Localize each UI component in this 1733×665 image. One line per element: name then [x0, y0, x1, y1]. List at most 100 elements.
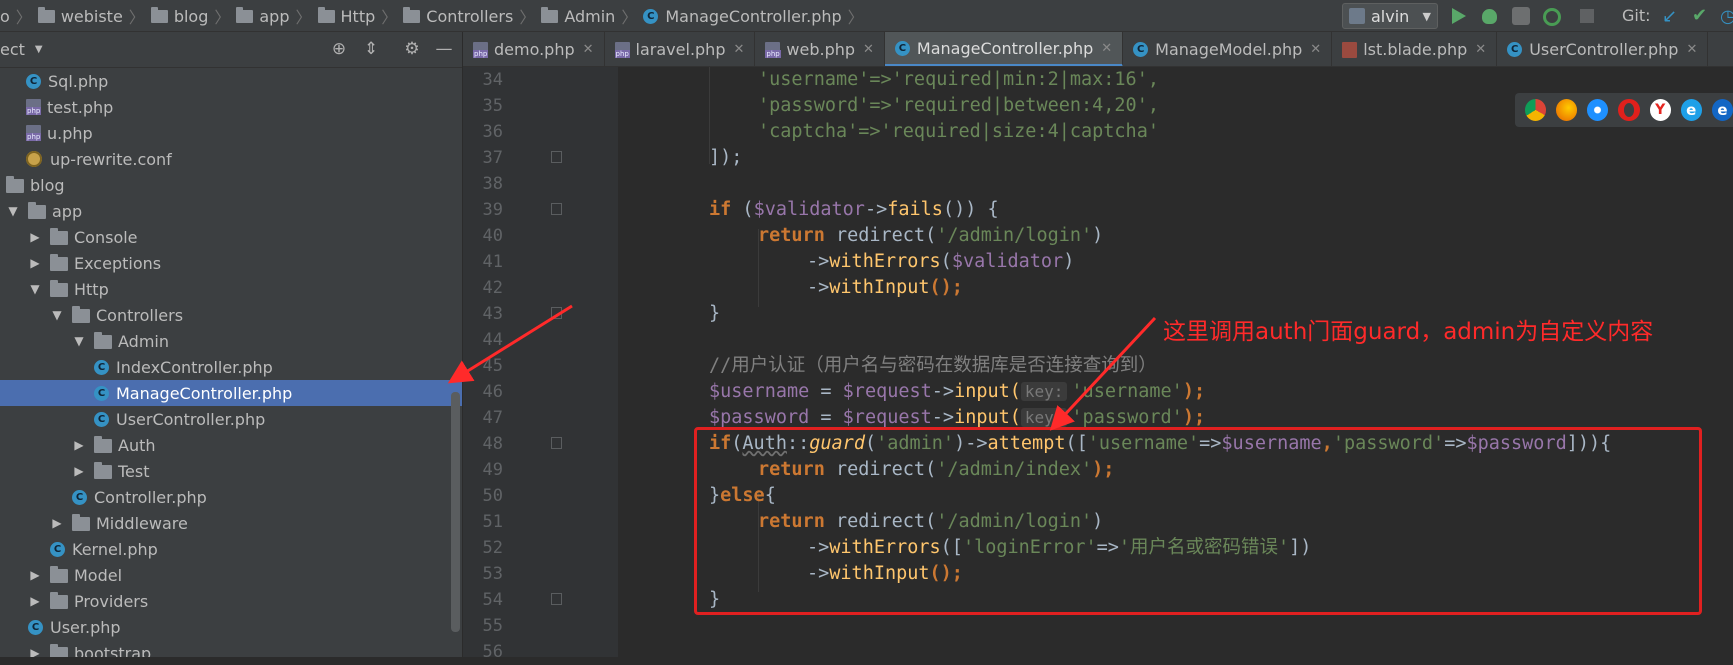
sidebar-scrollbar[interactable] [451, 392, 460, 632]
ie-icon[interactable]: e [1680, 99, 1702, 121]
tree-item-blog[interactable]: blog [0, 172, 462, 198]
code-line-35[interactable]: 'password'=>'required|between:4,20', [758, 93, 1159, 119]
tree-item-providers[interactable]: ▶ Providers [0, 588, 462, 614]
tree-item-test-php[interactable]: test.php [0, 94, 462, 120]
breadcrumb-item-webiste[interactable]: webiste 〉 [37, 4, 151, 28]
debug-icon[interactable] [1482, 9, 1497, 24]
code-line-45[interactable]: //用户认证（用户名与密码在数据库是否连接查询到） [709, 353, 1157, 379]
close-icon[interactable]: ✕ [733, 42, 744, 57]
fold-marker-icon[interactable] [551, 151, 562, 163]
breadcrumb-item-blog[interactable]: blog 〉 [150, 4, 237, 28]
chevron-right-icon[interactable]: ▶ [50, 516, 64, 530]
tree-item-sql-php[interactable]: C Sql.php [0, 68, 462, 94]
chevron-down-icon[interactable]: ▼ [50, 308, 64, 322]
yandex-icon[interactable]: Y [1649, 99, 1671, 121]
chrome-icon[interactable] [1525, 99, 1547, 121]
code-line-36[interactable]: 'captcha'=>'required|size:4|captcha' [758, 119, 1159, 145]
hide-icon[interactable]: — [435, 40, 453, 58]
coverage-icon[interactable] [1512, 7, 1530, 25]
breadcrumb-lead[interactable]: o 〉 [0, 4, 38, 28]
collapse-all-icon[interactable]: ⇕ [362, 40, 380, 58]
close-icon[interactable]: ✕ [583, 42, 594, 57]
tab-lst-blade-php[interactable]: lst.blade.php ✕ [1332, 32, 1498, 66]
tree-item-bootstrap[interactable]: ▶ bootstrap [0, 640, 462, 657]
close-icon[interactable]: ✕ [1101, 41, 1112, 56]
tab-managecontroller-php[interactable]: C ManageController.php ✕ [884, 32, 1124, 66]
tree-item-http[interactable]: ▼ Http [0, 276, 462, 302]
tree-item-admin[interactable]: ▼ Admin [0, 328, 462, 354]
tab-demo-php[interactable]: demo.php ✕ [463, 32, 605, 66]
chevron-down-icon: ▼ [1422, 9, 1431, 23]
chevron-down-icon[interactable]: ▼ [72, 334, 86, 348]
chevron-right-icon[interactable]: ▶ [28, 594, 42, 608]
locate-icon[interactable]: ⊕ [330, 40, 348, 58]
chevron-down-icon[interactable]: ▼ [35, 44, 43, 55]
tree-item-middleware[interactable]: ▶ Middleware [0, 510, 462, 536]
tree-item-model[interactable]: ▶ Model [0, 562, 462, 588]
tree-item-indexcontroller-php[interactable]: C IndexController.php [0, 354, 462, 380]
code-line-40[interactable]: return redirect('/admin/login') [758, 223, 1103, 249]
fold-marker-icon[interactable] [551, 437, 562, 449]
chevron-down-icon[interactable]: ▼ [28, 282, 42, 296]
tree-item-u-php[interactable]: u.php [0, 120, 462, 146]
tab-usercontroller-php[interactable]: C UserController.php ✕ [1497, 32, 1709, 66]
code-line-41[interactable]: ->withErrors($validator) [807, 249, 1074, 275]
run-icon[interactable] [1452, 8, 1466, 24]
fold-marker-icon[interactable] [551, 307, 562, 319]
code-line-46[interactable]: $username = $request->input(key:'usernam… [709, 379, 1205, 405]
variable: $request [842, 381, 932, 402]
tree-item-app[interactable]: ▼ app [0, 198, 462, 224]
close-icon[interactable]: ✕ [1310, 42, 1321, 57]
tree-item-exceptions[interactable]: ▶ Exceptions [0, 250, 462, 276]
safari-icon[interactable] [1587, 99, 1609, 121]
git-history-icon[interactable]: ◷ [1720, 6, 1733, 27]
tree-item-test[interactable]: ▶ Test [0, 458, 462, 484]
chevron-right-icon[interactable]: ▶ [28, 568, 42, 582]
tab-laravel-php[interactable]: laravel.php ✕ [605, 32, 756, 66]
run-configuration-select[interactable]: alvin ▼ [1342, 3, 1438, 29]
tree-item-controller-php[interactable]: C Controller.php [0, 484, 462, 510]
edge-icon[interactable]: e [1711, 99, 1733, 121]
close-icon[interactable]: ✕ [1475, 42, 1486, 57]
breadcrumb-item-http[interactable]: Http 〉 [317, 4, 404, 28]
code-line-43[interactable]: } [709, 301, 720, 327]
code-line-34[interactable]: 'username'=>'required|min:2|max:16', [758, 67, 1159, 93]
firefox-icon[interactable] [1556, 99, 1578, 121]
project-panel-title[interactable]: ect [0, 40, 25, 59]
gear-icon[interactable]: ⚙ [403, 40, 421, 58]
tree-item-user-php[interactable]: C User.php [0, 614, 462, 640]
chevron-down-icon[interactable]: ▼ [6, 204, 20, 218]
chevron-right-icon[interactable]: ▶ [72, 438, 86, 452]
close-icon[interactable]: ✕ [1686, 42, 1697, 57]
tree-item-console[interactable]: ▶ Console [0, 224, 462, 250]
tree-item-controllers[interactable]: ▼ Controllers [0, 302, 462, 328]
chevron-right-icon[interactable]: ▶ [72, 464, 86, 478]
blade-file-icon [1342, 41, 1358, 58]
tree-item-auth[interactable]: ▶ Auth [0, 432, 462, 458]
opera-icon[interactable] [1618, 99, 1640, 121]
git-update-icon[interactable]: ↙ [1662, 6, 1677, 27]
tab-web-php[interactable]: web.php ✕ [755, 32, 885, 66]
tab-managemodel-php[interactable]: C ManageModel.php ✕ [1123, 32, 1333, 66]
code-line-37[interactable]: ]); [709, 145, 742, 171]
code-line-39[interactable]: if ($validator->fails()) { [709, 197, 999, 223]
line-number: 49 [482, 460, 503, 480]
breadcrumb-item-admin[interactable]: Admin 〉 [541, 4, 643, 28]
tree-item-kernel-php[interactable]: C Kernel.php [0, 536, 462, 562]
chevron-right-icon[interactable]: ▶ [28, 256, 42, 270]
tree-item-usercontroller-php[interactable]: C UserController.php [0, 406, 462, 432]
profile-icon[interactable] [1543, 8, 1561, 26]
chevron-right-icon[interactable]: ▶ [28, 230, 42, 244]
breadcrumb-item-app[interactable]: app 〉 [236, 4, 317, 28]
tree-item-up-rewrite-conf[interactable]: up-rewrite.conf [0, 146, 462, 172]
stop-icon[interactable] [1580, 9, 1594, 23]
breadcrumb-item-file[interactable]: C ManageController.php 〉 [643, 4, 869, 28]
close-icon[interactable]: ✕ [863, 42, 874, 57]
code-line-42[interactable]: ->withInput(); [807, 275, 963, 301]
breadcrumb-item-controllers[interactable]: Controllers 〉 [403, 4, 541, 28]
git-commit-icon[interactable]: ✔ [1692, 5, 1707, 26]
fold-marker-icon[interactable] [551, 203, 562, 215]
tree-item-managecontroller-php[interactable]: C ManageController.php [0, 380, 462, 406]
fold-marker-icon[interactable] [551, 593, 562, 605]
chevron-right-icon[interactable]: ▶ [28, 646, 42, 657]
